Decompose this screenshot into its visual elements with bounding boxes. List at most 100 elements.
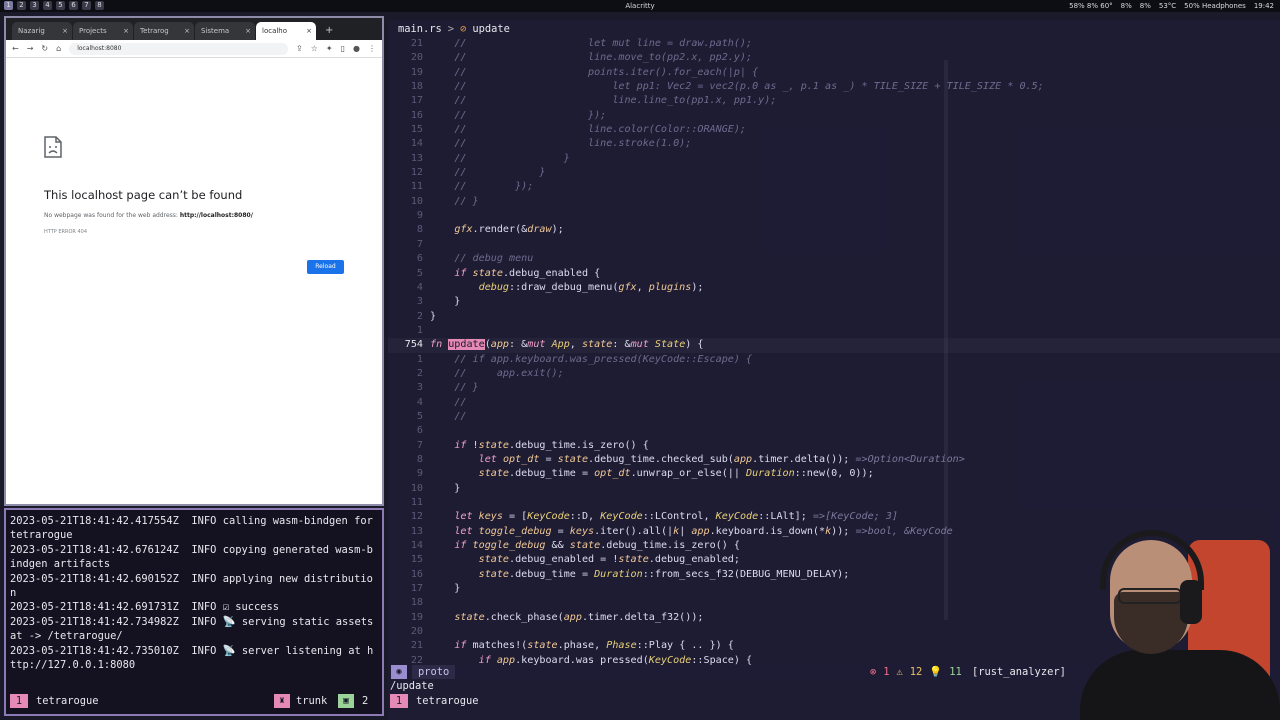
code-line[interactable]: 19 // points.iter().for_each(|p| { [388, 66, 1280, 80]
code-line[interactable]: 1 [388, 324, 1280, 338]
code-line[interactable]: 20 // line.move_to(pp2.x, pp2.y); [388, 51, 1280, 65]
line-number: 3 [416, 296, 423, 308]
close-tab-icon[interactable]: × [62, 22, 68, 40]
sidebar-icon[interactable]: ▯ [341, 44, 345, 53]
code-line[interactable]: 12 // } [388, 166, 1280, 180]
code-line[interactable]: 9 state.debug_time = opt_dt.unwrap_or_el… [388, 467, 1280, 481]
browser-tab-label: Sistema [201, 27, 230, 35]
code-line[interactable]: 14 // line.stroke(1.0); [388, 137, 1280, 151]
reload-icon[interactable]: ↻ [41, 44, 48, 53]
forward-icon[interactable]: → [27, 44, 34, 53]
code-text: // let pp1: Vec2 = vec2(p.0 as _, p.1 as… [454, 81, 1044, 93]
person-body [1080, 650, 1280, 720]
close-tab-icon[interactable]: × [123, 22, 129, 40]
browser-tab[interactable]: Nazarig × [12, 22, 72, 40]
code-line[interactable]: 4 // [388, 396, 1280, 410]
log-line: 2023-05-21T18:41:42.734982Z INFO 📡 servi… [10, 615, 380, 643]
code-line[interactable]: 1 // if app.keyboard.was_pressed(KeyCode… [388, 353, 1280, 367]
code-line[interactable]: 16 // }); [388, 109, 1280, 123]
code-text: // }); [454, 109, 607, 121]
code-text: // } [454, 167, 546, 179]
code-line[interactable]: 6 // debug menu [388, 252, 1280, 266]
webcam-overlay [1070, 520, 1280, 720]
code-line[interactable]: 2 // app.exit(); [388, 367, 1280, 381]
tray-item[interactable]: 53°C [1159, 2, 1176, 10]
code-text: // }); [454, 181, 534, 193]
address-bar[interactable]: localhost:8080 [69, 42, 289, 55]
code-line[interactable]: 8 let opt_dt = state.debug_time.checked_… [388, 453, 1280, 467]
tray-item[interactable]: 8% [1140, 2, 1151, 10]
line-number: 10 [410, 482, 423, 494]
close-tab-icon[interactable]: × [245, 22, 251, 40]
menu-kebab-icon[interactable]: ⋮ [368, 44, 376, 53]
tray-item[interactable]: 19:42 [1254, 2, 1274, 10]
tray-item[interactable]: 58% 8% 60° [1069, 2, 1113, 10]
symbol-name[interactable]: update [472, 23, 510, 35]
code-text: // if app.keyboard.was_pressed(KeyCode::… [454, 353, 753, 365]
breadcrumb: main.rs > ⊘ update [398, 23, 510, 35]
line-number: 18 [410, 81, 423, 93]
error-message-prefix: No webpage was found for the web address… [44, 212, 178, 219]
code-line[interactable]: 11 [388, 496, 1280, 510]
code-line[interactable]: 3 } [388, 295, 1280, 309]
browser-tab[interactable]: Projects × [73, 22, 133, 40]
tmux-process-name: trunk [296, 695, 328, 707]
code-line[interactable]: 11 // }); [388, 180, 1280, 194]
code-text: // line.line_to(pp1.x, pp1.y); [454, 95, 777, 107]
profile-avatar-icon[interactable]: ● [353, 44, 360, 53]
code-line[interactable]: 5 // [388, 410, 1280, 424]
error-count: 1 [883, 666, 890, 678]
code-line[interactable]: 8 gfx.render(&draw); [388, 223, 1280, 237]
line-number: 1 [416, 353, 423, 365]
code-line[interactable]: 4 debug::draw_debug_menu(gfx, plugins); [388, 281, 1280, 295]
line-number: 4 [416, 396, 423, 408]
code-line[interactable]: 2} [388, 310, 1280, 324]
code-text: // [454, 396, 467, 408]
code-line[interactable]: 10 } [388, 482, 1280, 496]
code-line[interactable]: 21 // let mut line = draw.path(); [388, 37, 1280, 51]
code-line[interactable]: 5 if state.debug_enabled { [388, 267, 1280, 281]
browser-tab[interactable]: Sistema × [195, 22, 255, 40]
code-line[interactable]: 9 [388, 209, 1280, 223]
browser-tab[interactable]: localho × [256, 22, 316, 40]
lsp-name: [rust_analyzer] [972, 666, 1066, 678]
function-icon: ⊘ [460, 23, 467, 35]
command-line[interactable]: /update [390, 680, 434, 692]
tmux-window-count: 2 [362, 695, 369, 707]
hint-count-icon: 💡 [929, 666, 943, 678]
tmux-session-name: tetrarogue [416, 695, 479, 707]
share-icon[interactable]: ⇪ [296, 44, 303, 53]
code-line[interactable]: 17 // line.line_to(pp1.x, pp1.y); [388, 94, 1280, 108]
error-code: HTTP ERROR 404 [44, 229, 88, 235]
code-line[interactable]: 18 // let pp1: Vec2 = vec2(p.0 as _, p.1… [388, 80, 1280, 94]
code-line[interactable]: 10 // } [388, 195, 1280, 209]
home-icon[interactable]: ⌂ [56, 44, 61, 53]
file-name[interactable]: main.rs [398, 23, 442, 35]
code-line[interactable]: 3 // } [388, 381, 1280, 395]
code-line[interactable]: 7 if !state.debug_time.is_zero() { [388, 439, 1280, 453]
terminal-pane[interactable]: 2023-05-21T18:41:42.417554Z INFO calling… [4, 508, 384, 716]
code-line[interactable]: 15 // line.color(Color::ORANGE); [388, 123, 1280, 137]
code-text: state.debug_time = Duration::from_secs_f… [478, 568, 850, 580]
close-tab-icon[interactable]: × [306, 22, 312, 40]
close-tab-icon[interactable]: × [184, 22, 190, 40]
code-line[interactable]: 754 fn update(app: &mut App, state: &mut … [388, 338, 1280, 352]
new-tab-icon[interactable]: + [317, 22, 333, 40]
tray-item[interactable]: 50% Headphones [1184, 2, 1246, 10]
code-text: // } [454, 152, 570, 164]
line-number: 6 [416, 253, 423, 265]
bookmark-star-icon[interactable]: ☆ [311, 44, 318, 53]
reload-button[interactable]: Reload [307, 260, 344, 274]
browser-tab[interactable]: Tetrarog × [134, 22, 194, 40]
tray-item[interactable]: 8% [1121, 2, 1132, 10]
extensions-icon[interactable]: ✦ [326, 44, 333, 53]
back-icon[interactable]: ← [12, 44, 19, 53]
code-text: } [430, 310, 437, 322]
line-number: 19 [410, 66, 423, 78]
code-line[interactable]: 13 // } [388, 152, 1280, 166]
log-line: 2023-05-21T18:41:42.735010Z INFO 📡 serve… [10, 644, 374, 672]
code-line[interactable]: 6 [388, 424, 1280, 438]
code-line[interactable]: 7 [388, 238, 1280, 252]
code-text: // line.move_to(pp2.x, pp2.y); [454, 52, 753, 64]
diagnostics[interactable]: ⊗ 1 ⚠ 12 💡 11 [870, 665, 962, 679]
